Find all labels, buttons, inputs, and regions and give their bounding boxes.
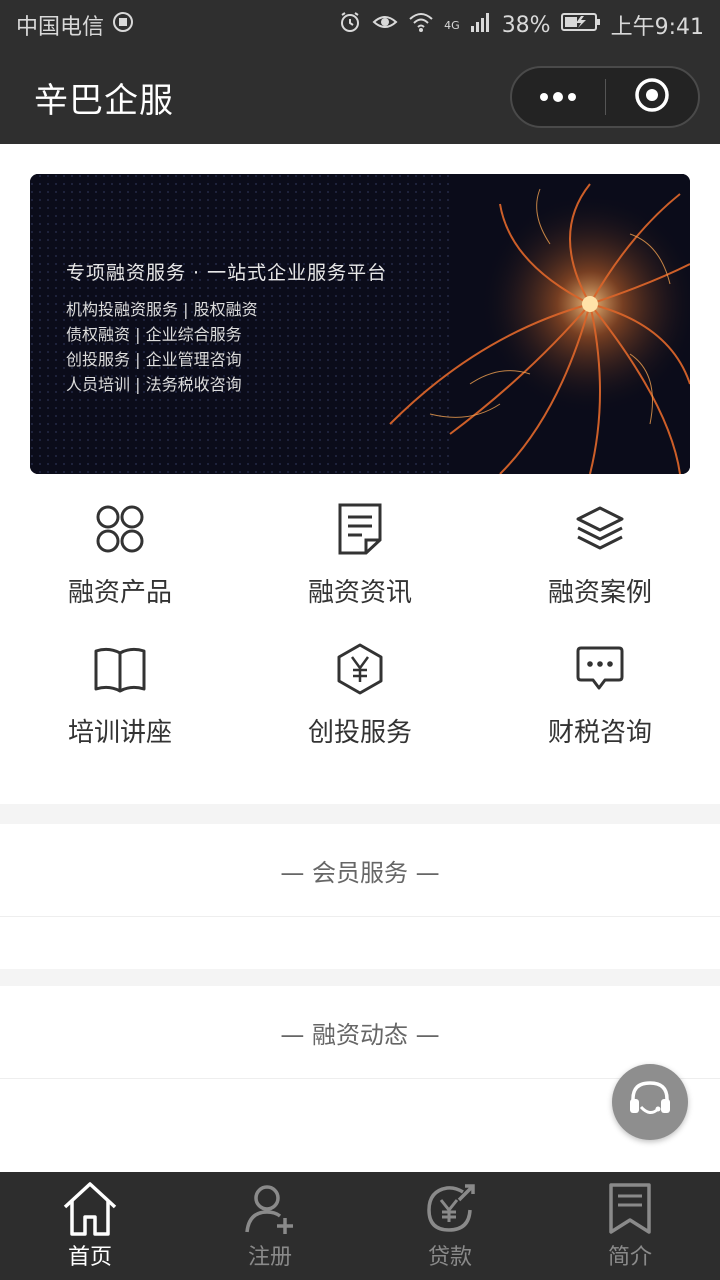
book-icon: [93, 640, 147, 698]
signal-icon: [470, 12, 492, 38]
eye-icon: [372, 11, 398, 39]
main-content: 专项融资服务 · 一站式企业服务平台 机构投融资服务 | 股权融资 债权融资 |…: [0, 144, 720, 1172]
banner-line: 机构投融资服务 | 股权融资: [66, 300, 258, 319]
grid-item-label: 财税咨询: [547, 718, 652, 748]
grid-item-tax-consulting[interactable]: 财税咨询: [480, 614, 720, 754]
section-body: [0, 917, 720, 969]
grid-item-financing-news[interactable]: 融资资讯: [240, 474, 480, 614]
grid-item-label: 融资案例: [547, 578, 652, 608]
section-title: — 会员服务 —: [0, 824, 720, 917]
wifi-icon: [408, 11, 434, 39]
target-circle-icon: [634, 77, 670, 117]
grid-item-venture-services[interactable]: 创投服务: [240, 614, 480, 754]
grid-item-financing-products[interactable]: 融资产品: [0, 474, 240, 614]
battery-percent: 38%: [501, 12, 551, 38]
home-icon: [61, 1181, 119, 1237]
bottom-tab-bar: 首页 注册 贷款 简介: [0, 1172, 720, 1280]
grid-item-label: 融资产品: [67, 578, 172, 608]
tab-label: 首页: [67, 1245, 112, 1270]
headset-icon: [625, 1075, 675, 1129]
banner-text: 专项融资服务 · 一站式企业服务平台 机构投融资服务 | 股权融资 债权融资 |…: [66, 258, 387, 397]
more-button[interactable]: [512, 68, 605, 126]
carrier-badge-icon: [112, 11, 134, 39]
clock-time: 上午9:41: [610, 15, 704, 40]
tab-register[interactable]: 注册: [180, 1172, 360, 1280]
user-add-icon: [243, 1181, 297, 1237]
navigation-bar: 辛巴企服: [0, 50, 720, 144]
section-title: — 融资动态 —: [0, 986, 720, 1079]
status-bar: 中国电信 4G 38% 上午9:41: [0, 0, 720, 50]
yuan-arrow-icon: [423, 1181, 477, 1237]
banner-headline: 专项融资服务 · 一站式企业服务平台: [66, 262, 388, 284]
miniprogram-capsule: [510, 66, 700, 128]
tab-about[interactable]: 简介: [540, 1172, 720, 1280]
customer-service-button[interactable]: [612, 1064, 688, 1140]
financing-news-section: — 融资动态 —: [0, 986, 720, 1172]
banner-line: 债权融资 | 企业综合服务: [66, 325, 242, 344]
bookmark-icon: [607, 1181, 653, 1237]
banner-line: 创投服务 | 企业管理咨询: [66, 350, 242, 369]
grid-item-label: 创投服务: [307, 718, 412, 748]
grid-item-financing-cases[interactable]: 融资案例: [480, 474, 720, 614]
carrier-name: 中国电信: [16, 15, 105, 40]
banner-line: 人员培训 | 法务税收咨询: [66, 375, 242, 394]
grid-item-training-lectures[interactable]: 培训讲座: [0, 614, 240, 754]
four-circles-icon: [93, 500, 147, 558]
tab-home[interactable]: 首页: [0, 1172, 180, 1280]
yuan-hexagon-icon: [336, 640, 384, 698]
network-type: 4G: [444, 19, 460, 32]
grid-item-label: 培训讲座: [67, 718, 172, 748]
feature-grid: 融资产品 融资资讯 融资案例 培训讲座 创投服务 财税咨询: [0, 474, 720, 754]
battery-charging-icon: [560, 12, 601, 38]
layers-icon: [574, 500, 626, 558]
top-card: 专项融资服务 · 一站式企业服务平台 机构投融资服务 | 股权融资 债权融资 |…: [0, 144, 720, 804]
alarm-icon: [338, 10, 362, 40]
chat-bubble-icon: [575, 640, 625, 698]
tab-label: 注册: [247, 1245, 292, 1270]
member-services-section: — 会员服务 —: [0, 824, 720, 969]
document-icon: [336, 500, 384, 558]
tab-loan[interactable]: 贷款: [360, 1172, 540, 1280]
tab-label: 贷款: [427, 1245, 472, 1270]
page-title: 辛巴企服: [34, 80, 174, 121]
promo-banner[interactable]: 专项融资服务 · 一站式企业服务平台 机构投融资服务 | 股权融资 债权融资 |…: [30, 174, 690, 474]
grid-item-label: 融资资讯: [307, 578, 412, 608]
tab-label: 简介: [607, 1245, 652, 1270]
more-dots-icon: [538, 88, 578, 107]
close-miniprogram-button[interactable]: [606, 68, 699, 126]
